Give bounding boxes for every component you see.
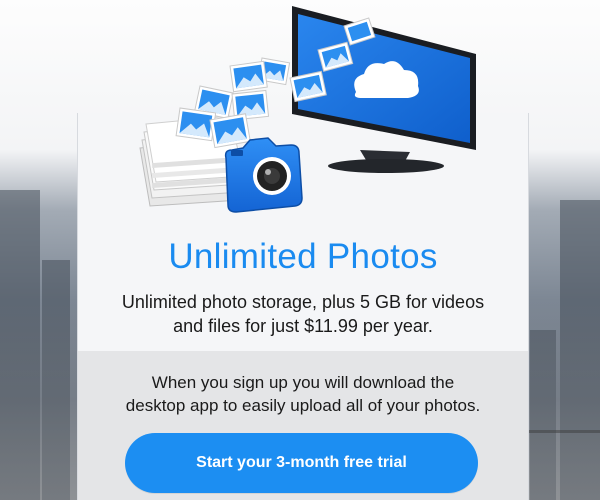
promo-subtitle-line1: Unlimited photo storage, plus 5 GB for v… (121, 292, 485, 312)
signup-info: When you sign up you will download the d… (98, 371, 508, 417)
signup-info-line2: desktop app to easily upload all of your… (125, 396, 481, 415)
signup-info-line1: When you sign up you will download the (151, 373, 455, 392)
promo-title: Unlimited Photos (168, 237, 438, 276)
promo-subtitle: Unlimited photo storage, plus 5 GB for v… (98, 290, 508, 338)
promo-card: Unlimited Photos Unlimited photo storage… (77, 113, 529, 500)
promo-subtitle-line2: and files for just $11.99 per year. (173, 316, 433, 336)
start-trial-button[interactable]: Start your 3-month free trial (125, 433, 478, 493)
